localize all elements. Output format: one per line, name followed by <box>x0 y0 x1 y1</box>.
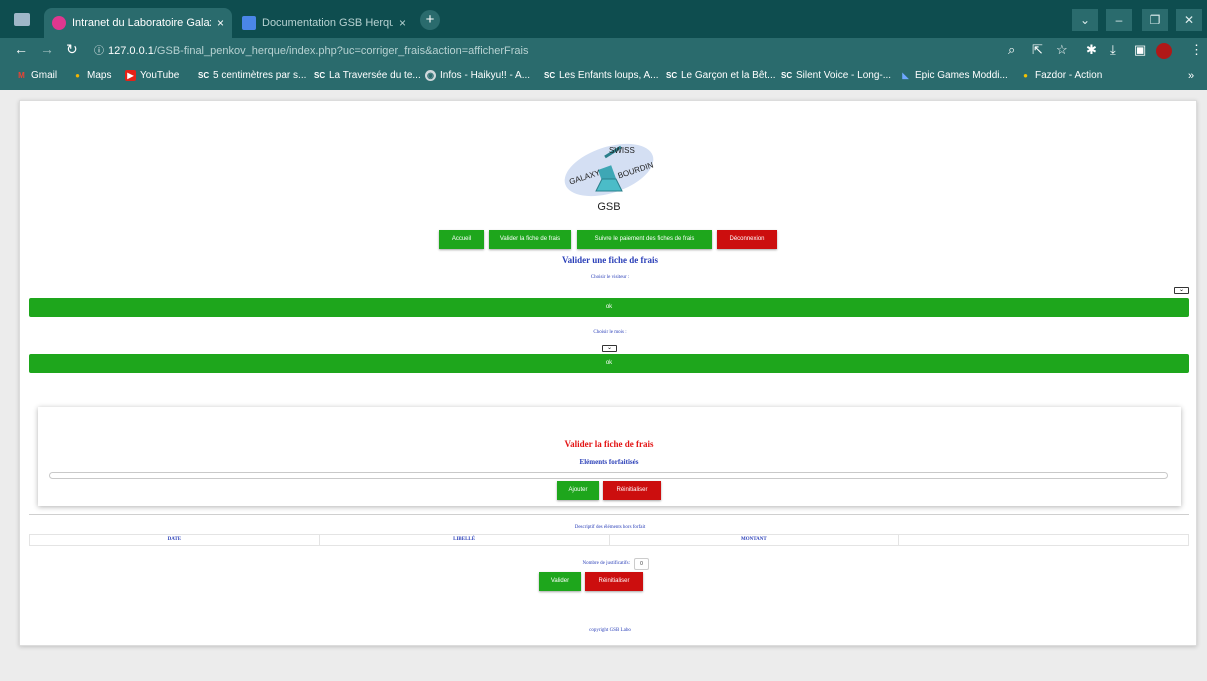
bookmark-label: Gmail <box>31 70 58 81</box>
tab-intranet[interactable]: Intranet du Laboratoire Galaxy-Sw × <box>44 8 232 38</box>
bookmark-label: Maps <box>87 70 112 81</box>
reload-icon[interactable]: ↻ <box>66 41 78 58</box>
card-subtitle: Eléments forfaitisés <box>579 458 639 466</box>
bookmark-5cm[interactable]: SC 5 centimètres par s... <box>198 70 306 81</box>
visiteur-label: Choisir le visiteur : <box>590 275 630 280</box>
info-icon[interactable]: ⓘ <box>94 46 104 57</box>
bookmarks-overflow-icon[interactable]: » <box>1188 70 1194 82</box>
bulb-icon: ● <box>1023 71 1028 80</box>
bookmark-label: Les Enfants loups, A... <box>559 70 659 81</box>
ok-mois-button[interactable]: ok <box>29 354 1189 373</box>
column-date: DATE <box>30 535 320 545</box>
extensions-icon[interactable]: ✱ <box>1086 42 1097 58</box>
back-arrow-icon[interactable]: ← <box>14 41 28 57</box>
gmail-icon: M <box>18 71 25 80</box>
deconnexion-button[interactable]: Déconnexion <box>717 230 777 249</box>
visiteur-select[interactable]: ⌄ <box>1174 287 1189 294</box>
side-panel-icon[interactable]: ▣ <box>1134 42 1146 58</box>
mois-label: Choisir le mois : <box>593 330 627 335</box>
sc-icon: SC <box>314 71 326 80</box>
bookmark-haikyu[interactable]: ◉ Infos - Haikyu!! - A... <box>425 70 530 81</box>
accueil-button[interactable]: Accueil <box>439 230 484 249</box>
new-tab-button[interactable]: + <box>420 10 440 30</box>
url-path: /GSB-final_penkov_herque/index.php?uc=co… <box>153 45 529 57</box>
horsforfait-caption: Descriptif des éléments hors forfait <box>574 525 646 530</box>
bookmark-label: La Traversée du te... <box>329 70 421 81</box>
menu-kebab-icon[interactable]: ⋮ <box>1190 42 1203 58</box>
bookmark-label: Silent Voice - Long-... <box>796 70 892 81</box>
globe-icon: ◉ <box>425 70 436 81</box>
logo-text-swiss: SWISS <box>609 146 635 155</box>
download-icon[interactable]: ⤓ <box>1110 42 1116 58</box>
valider-fiche-button[interactable]: Valider la fiche de frais <box>489 230 571 249</box>
column-empty <box>899 535 1188 545</box>
zoom-icon[interactable]: ⌕ <box>1008 42 1015 58</box>
sc-icon: SC <box>198 71 210 80</box>
bookmark-label: Le Garçon et la Bêt... <box>681 70 776 81</box>
column-montant: MONTANT <box>610 535 900 545</box>
bookmark-star-icon[interactable]: ☆ <box>1056 42 1068 58</box>
maps-pin-icon: ● <box>75 71 80 80</box>
sc-icon: SC <box>666 71 678 80</box>
bookmark-youtube[interactable]: ▶ YouTube <box>125 70 179 81</box>
bookmark-label: 5 centimètres par s... <box>213 70 307 81</box>
reinitialiser-forfait-button[interactable]: Réinitialiser <box>603 481 661 500</box>
tab-title: Intranet du Laboratoire Galaxy-Sw <box>72 17 211 29</box>
valider-button[interactable]: Valider <box>539 572 581 591</box>
url-host: 127.0.0.1 <box>108 45 154 57</box>
footer-copyright: copyright GSB Labo <box>589 628 631 633</box>
column-libelle: LIBELLÉ <box>320 535 610 545</box>
bookmark-garcon-bete[interactable]: SC Le Garçon et la Bêt... <box>666 70 776 81</box>
tab-list-icon[interactable]: ⌄ <box>1072 9 1098 31</box>
maximize-icon[interactable]: ❐ <box>1142 9 1168 31</box>
forfait-elements-bar <box>49 472 1168 479</box>
ajouter-button[interactable]: Ajouter <box>557 481 599 500</box>
bookmark-gmail[interactable]: M Gmail <box>16 70 57 81</box>
bookmark-label: Infos - Haikyu!! - A... <box>440 70 531 81</box>
bookmarks-bar: M Gmail ● Maps ▶ YouTube SC 5 centimètres pa… <box>0 64 1207 90</box>
bookmark-epic-games[interactable]: ◣ Epic Games Moddi... <box>900 70 1008 81</box>
close-tab-icon[interactable]: × <box>399 16 406 30</box>
epic-games-icon: ◣ <box>902 71 909 80</box>
browser-toolbar: ← → ↻ ⓘ 127.0.0.1/GSB-final_penkov_herque… <box>0 38 1207 64</box>
share-icon[interactable]: ⇱ <box>1032 42 1043 58</box>
intranet-favicon-icon <box>52 16 66 30</box>
youtube-icon: ▶ <box>125 70 136 81</box>
section-divider <box>29 514 1189 515</box>
card-title: Valider la fiche de frais <box>564 439 654 449</box>
justificatifs-input[interactable]: 0 <box>634 558 649 570</box>
docs-favicon-icon <box>242 16 256 30</box>
forward-arrow-icon[interactable]: → <box>40 41 54 57</box>
bookmark-silent-voice[interactable]: SC Silent Voice - Long-... <box>781 70 891 81</box>
tab-search-icon[interactable] <box>14 13 30 26</box>
address-bar[interactable]: ⓘ 127.0.0.1/GSB-final_penkov_herque/index… <box>94 41 1004 61</box>
mois-select[interactable]: ⌄ <box>602 345 617 352</box>
form-title: Valider une fiche de frais <box>562 255 658 265</box>
tab-documentation[interactable]: Documentation GSB Herque, Pen × <box>234 8 414 38</box>
ok-visiteur-button[interactable]: ok <box>29 298 1189 317</box>
close-tab-icon[interactable]: × <box>217 16 224 30</box>
bookmark-label: Epic Games Moddi... <box>915 70 1008 81</box>
bookmark-fazdor[interactable]: ● Fazdor - Action <box>1020 70 1102 81</box>
minimize-icon[interactable]: – <box>1106 9 1132 31</box>
reinitialiser-horsforfait-button[interactable]: Réinitialiser <box>585 572 643 591</box>
browser-tab-bar: Intranet du Laboratoire Galaxy-Sw × Docu… <box>0 0 1207 38</box>
bookmark-maps[interactable]: ● Maps <box>72 70 111 81</box>
sc-icon: SC <box>781 71 793 80</box>
bookmark-label: Fazdor - Action <box>1035 70 1103 81</box>
profile-avatar-icon[interactable] <box>1156 43 1172 59</box>
page-container: SWISS GALAXY BOURDIN GSB Accueil Valider… <box>19 100 1197 646</box>
suivre-paiement-button[interactable]: Suivre le paiement des fiches de frais <box>577 230 712 249</box>
horsforfait-table-header: DATE LIBELLÉ MONTANT <box>29 534 1189 546</box>
sc-icon: SC <box>544 71 556 80</box>
tab-title: Documentation GSB Herque, Pen <box>262 17 393 29</box>
galaxy-swiss-bourdin-logo: SWISS GALAXY BOURDIN <box>564 143 655 197</box>
close-window-icon[interactable]: ✕ <box>1176 9 1202 31</box>
forfait-card: Valider la fiche de frais Eléments forfa… <box>38 407 1181 506</box>
bookmark-enfants-loups[interactable]: SC Les Enfants loups, A... <box>544 70 659 81</box>
bookmark-label: YouTube <box>140 70 180 81</box>
justificatifs-label: Nombre de justificatifs: <box>582 561 631 566</box>
logo-caption: GSB <box>597 201 621 213</box>
bookmark-traversee[interactable]: SC La Traversée du te... <box>314 70 421 81</box>
